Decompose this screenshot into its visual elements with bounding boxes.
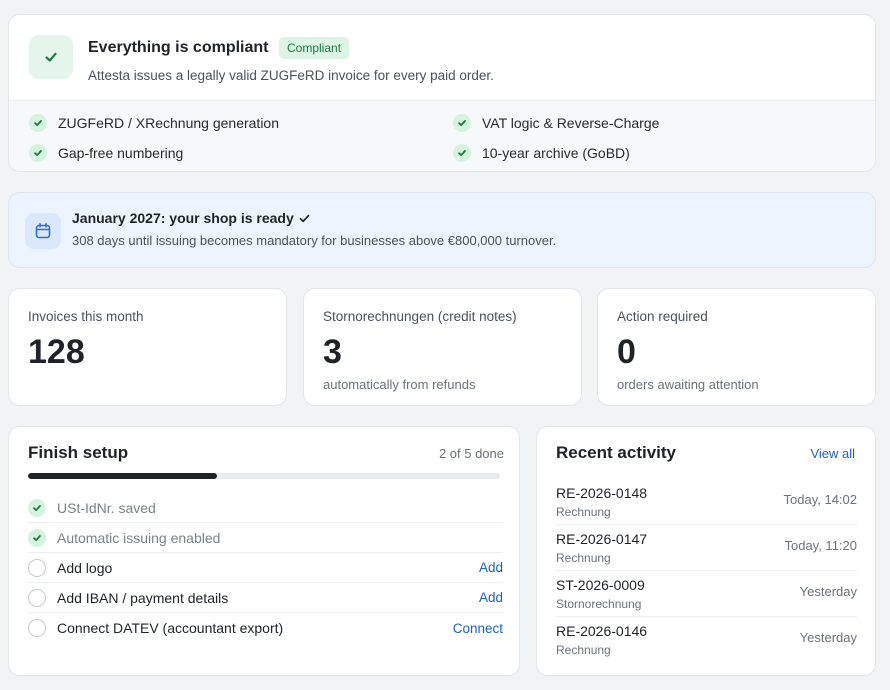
setup-title: Finish setup bbox=[28, 443, 129, 462]
check-icon bbox=[29, 114, 47, 132]
feature-item: 10-year archive (GoBD) bbox=[453, 144, 630, 162]
setup-step-action[interactable]: Connect bbox=[453, 621, 503, 636]
activity-item[interactable]: RE-2026-0148 Rechnung Today, 14:02 bbox=[556, 479, 857, 525]
setup-step-label: Automatic issuing enabled bbox=[57, 529, 221, 546]
compliance-card: Everything is compliant Compliant Attest… bbox=[8, 14, 876, 172]
setup-progress-bar bbox=[28, 473, 500, 479]
feature-label: VAT logic & Reverse-Charge bbox=[482, 115, 660, 131]
setup-step-label: USt-IdNr. saved bbox=[57, 499, 156, 516]
stat-card-credit-notes: Stornorechnungen (credit notes) 3 automa… bbox=[303, 288, 582, 406]
activity-item-time: Yesterday bbox=[799, 630, 857, 645]
empty-circle-icon bbox=[28, 558, 46, 577]
compliance-feature-list: ZUGFeRD / XRechnung generation VAT logic… bbox=[9, 101, 875, 171]
deadline-subtitle: 308 days until issuing becomes mandatory… bbox=[72, 233, 557, 248]
activity-item-type: Stornorechnung bbox=[556, 597, 642, 611]
deadline-banner: January 2027: your shop is ready 308 day… bbox=[8, 192, 876, 268]
check-icon bbox=[29, 144, 47, 162]
setup-step: Automatic issuing enabled bbox=[28, 523, 503, 553]
setup-step-label: Connect DATEV (accountant export) bbox=[57, 620, 284, 636]
stat-label: Stornorechnungen (credit notes) bbox=[323, 309, 517, 324]
setup-step-label: Add logo bbox=[57, 559, 113, 576]
stat-label: Invoices this month bbox=[28, 309, 144, 324]
compliance-subtitle: Attesta issues a legally valid ZUGFeRD i… bbox=[88, 68, 494, 83]
activity-title: Recent activity bbox=[556, 443, 676, 462]
activity-item-id: RE-2026-0147 bbox=[556, 531, 648, 547]
check-icon bbox=[45, 52, 57, 62]
calendar-icon-box bbox=[25, 213, 61, 249]
empty-circle-icon bbox=[28, 619, 46, 637]
check-icon bbox=[28, 498, 46, 517]
compliance-header: Everything is compliant Compliant Attest… bbox=[9, 15, 875, 101]
stat-label: Action required bbox=[617, 309, 708, 324]
compliance-title: Everything is compliant bbox=[88, 39, 269, 56]
activity-card: Recent activity View all RE-2026-0148 Rec… bbox=[536, 426, 876, 676]
check-icon bbox=[299, 214, 310, 222]
activity-item[interactable]: ST-2026-0009 Stornorechnung Yesterday bbox=[556, 571, 857, 617]
calendar-icon bbox=[35, 222, 51, 239]
compliance-status-icon-box bbox=[29, 35, 73, 79]
activity-item-id: ST-2026-0009 bbox=[556, 577, 645, 593]
feature-item: ZUGFeRD / XRechnung generation bbox=[29, 114, 279, 132]
setup-step[interactable]: Connect DATEV (accountant export) Connect bbox=[28, 613, 503, 643]
deadline-title-text: January 2027: your shop is ready bbox=[72, 210, 294, 226]
setup-step[interactable]: Add logo Add bbox=[28, 553, 503, 583]
feature-label: ZUGFeRD / XRechnung generation bbox=[58, 115, 279, 131]
check-icon bbox=[28, 528, 46, 547]
setup-step-label: Add IBAN / payment details bbox=[57, 589, 229, 606]
feature-item: VAT logic & Reverse-Charge bbox=[453, 114, 659, 132]
view-all-link[interactable]: View all bbox=[810, 446, 855, 461]
activity-item-type: Rechnung bbox=[556, 643, 611, 657]
feature-label: Gap-free numbering bbox=[58, 145, 184, 161]
stat-note: automatically from refunds bbox=[323, 377, 476, 392]
empty-circle-icon bbox=[28, 588, 46, 607]
feature-label: 10-year archive (GoBD) bbox=[482, 145, 630, 161]
stat-value: 0 bbox=[617, 333, 636, 371]
deadline-title: January 2027: your shop is ready bbox=[72, 210, 311, 226]
activity-item-time: Today, 11:20 bbox=[784, 538, 857, 553]
setup-step-action[interactable]: Add bbox=[479, 590, 503, 605]
setup-card: Finish setup 2 of 5 done USt-IdNr. saved… bbox=[8, 426, 520, 676]
setup-step[interactable]: Add IBAN / payment details Add bbox=[28, 583, 503, 613]
activity-item-id: RE-2026-0148 bbox=[556, 485, 648, 501]
check-icon bbox=[453, 114, 471, 132]
activity-item-type: Rechnung bbox=[556, 551, 611, 565]
activity-item[interactable]: RE-2026-0147 Rechnung Today, 11:20 bbox=[556, 525, 857, 571]
compliance-status-badge: Compliant bbox=[279, 37, 350, 59]
activity-item[interactable]: RE-2026-0146 Rechnung Yesterday bbox=[556, 617, 857, 663]
setup-step-action[interactable]: Add bbox=[479, 560, 503, 575]
stat-note: orders awaiting attention bbox=[617, 377, 759, 392]
activity-item-time: Yesterday bbox=[799, 584, 857, 599]
stat-value: 128 bbox=[28, 333, 85, 371]
stat-card-invoices: Invoices this month 128 bbox=[8, 288, 287, 406]
setup-step: USt-IdNr. saved bbox=[28, 493, 503, 523]
activity-item-type: Rechnung bbox=[556, 505, 611, 519]
setup-progress-count: 2 of 5 done bbox=[438, 446, 504, 461]
stat-card-action-required: Action required 0 orders awaiting attent… bbox=[597, 288, 876, 406]
activity-item-id: RE-2026-0146 bbox=[556, 623, 648, 639]
activity-item-time: Today, 14:02 bbox=[783, 492, 857, 507]
feature-item: Gap-free numbering bbox=[29, 144, 183, 162]
setup-progress-fill bbox=[28, 473, 217, 479]
stat-value: 3 bbox=[323, 333, 342, 371]
check-icon bbox=[453, 144, 471, 162]
